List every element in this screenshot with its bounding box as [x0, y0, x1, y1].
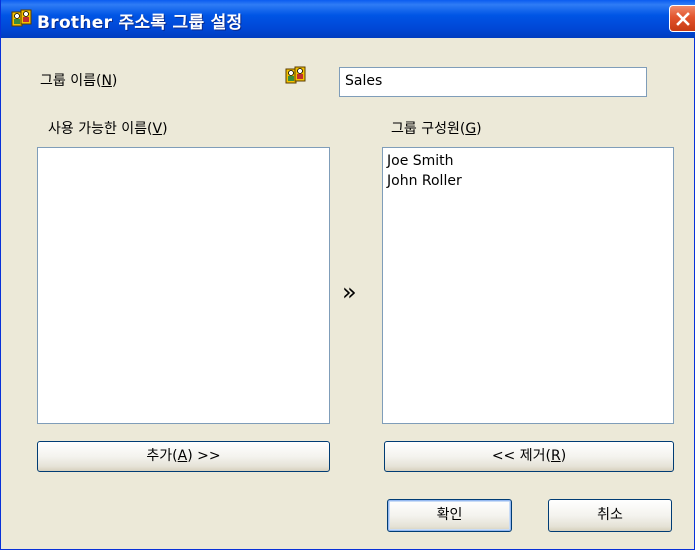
address-book-group-icon	[285, 66, 307, 86]
group-name-input[interactable]: Sales	[339, 67, 647, 97]
available-names-label: 사용 가능한 이름(V)	[48, 121, 168, 137]
available-names-list[interactable]	[37, 147, 330, 424]
dialog-window: Brother 주소록 그룹 설정 그룹 이름(N) Sales 사용 가능한 …	[0, 0, 695, 550]
group-members-list[interactable]: Joe Smith John Roller	[382, 147, 674, 424]
close-button[interactable]	[669, 5, 695, 32]
add-button[interactable]: 추가(A) >>	[37, 441, 330, 472]
transfer-arrow-icon: »	[342, 278, 356, 306]
group-members-label: 그룹 구성원(G)	[391, 121, 482, 137]
group-name-label: 그룹 이름(N)	[40, 73, 118, 89]
list-item[interactable]: John Roller	[383, 171, 673, 191]
cancel-button[interactable]: 취소	[548, 499, 672, 532]
title-bar[interactable]: Brother 주소록 그룹 설정	[1, 0, 695, 38]
list-item[interactable]: Joe Smith	[383, 151, 673, 171]
ok-button[interactable]: 확인	[387, 499, 512, 532]
close-icon	[676, 12, 690, 26]
remove-button[interactable]: << 제거(R)	[384, 441, 674, 472]
window-title: Brother 주소록 그룹 설정	[37, 13, 243, 33]
address-book-group-icon	[11, 9, 33, 29]
